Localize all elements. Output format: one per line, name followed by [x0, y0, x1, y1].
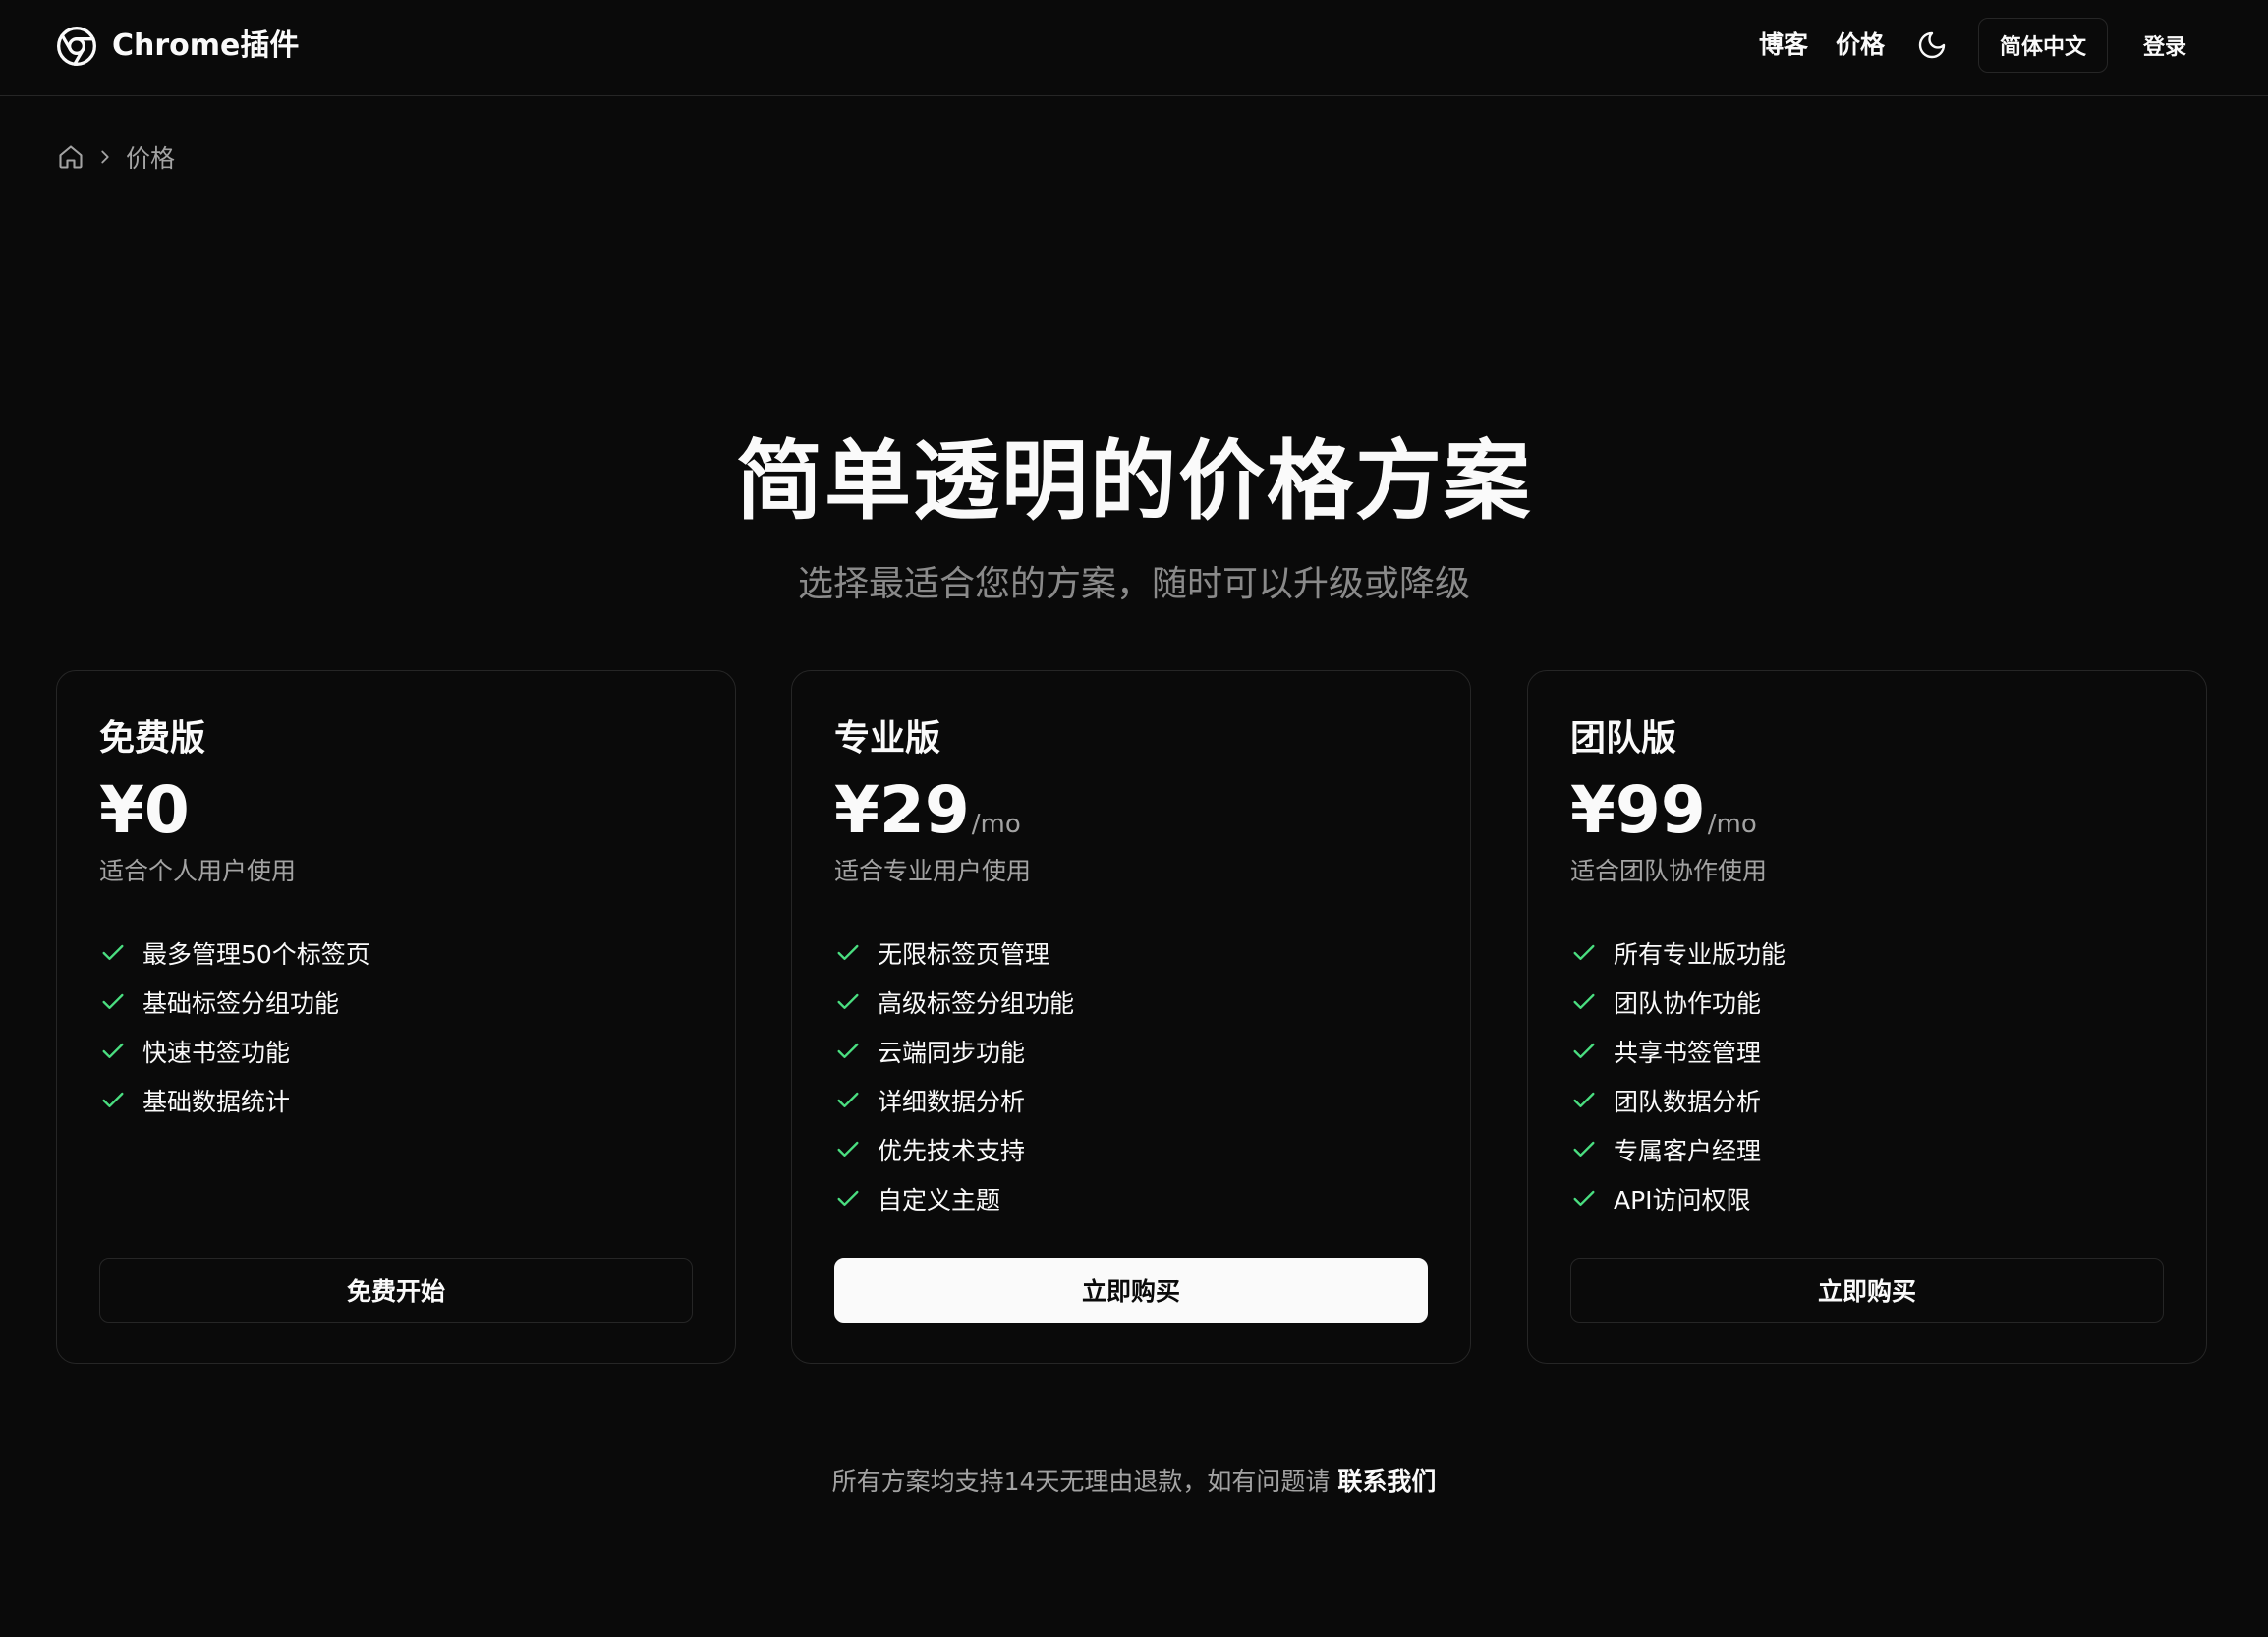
feature-item: 所有专业版功能	[1570, 929, 1786, 978]
check-icon	[1570, 1038, 1598, 1065]
check-icon	[1570, 1185, 1598, 1213]
price-amount: ¥29	[834, 772, 970, 848]
feature-label: 基础标签分组功能	[142, 989, 340, 1018]
feature-label: 专属客户经理	[1614, 1137, 1762, 1165]
feature-item: 基础数据统计	[99, 1076, 370, 1125]
feature-label: 团队协作功能	[1614, 989, 1762, 1018]
chevron-right-icon	[94, 146, 116, 168]
check-icon	[834, 988, 862, 1016]
page-title: 简单透明的价格方案	[735, 430, 1532, 532]
feature-label: 优先技术支持	[878, 1137, 1026, 1165]
plan-card-team: 团队版 ¥99 /mo 适合团队协作使用 所有专业版功能 团队协作功能 共享书签…	[1527, 670, 2207, 1364]
price-unit: /mo	[971, 810, 1021, 839]
check-icon	[834, 1136, 862, 1163]
check-icon	[99, 1087, 127, 1114]
logo-text: Chrome插件	[112, 28, 300, 63]
page-subtitle: 选择最适合您的方案，随时可以升级或降级	[797, 564, 1470, 604]
feature-label: 最多管理50个标签页	[142, 940, 370, 969]
feature-item: 云端同步功能	[834, 1027, 1074, 1076]
feature-item: 共享书签管理	[1570, 1027, 1786, 1076]
check-icon	[99, 988, 127, 1016]
refund-note-text: 所有方案均支持14天无理由退款，如有问题请	[831, 1467, 1331, 1496]
check-icon	[834, 939, 862, 967]
contact-us-link[interactable]: 联系我们	[1337, 1467, 1436, 1496]
plan-price: ¥0	[99, 769, 192, 852]
check-icon	[834, 1087, 862, 1114]
check-icon	[1570, 1136, 1598, 1163]
feature-label: 高级标签分组功能	[878, 989, 1075, 1018]
feature-label: 详细数据分析	[878, 1088, 1026, 1116]
plan-price: ¥29 /mo	[834, 769, 1021, 852]
breadcrumb-current: 价格	[126, 144, 176, 173]
feature-list: 所有专业版功能 团队协作功能 共享书签管理 团队数据分析 专属客户经理 API访…	[1570, 929, 1786, 1223]
feature-item: 无限标签页管理	[834, 929, 1074, 978]
plan-description: 适合个人用户使用	[99, 857, 297, 885]
feature-label: 所有专业版功能	[1614, 940, 1786, 969]
login-button[interactable]: 登录	[2132, 18, 2197, 73]
feature-item: 高级标签分组功能	[834, 978, 1074, 1027]
plan-card-free: 免费版 ¥0 适合个人用户使用 最多管理50个标签页 基础标签分组功能 快速书签…	[56, 670, 736, 1364]
feature-item: 团队协作功能	[1570, 978, 1786, 1027]
feature-item: API访问权限	[1570, 1174, 1786, 1223]
check-icon	[1570, 1087, 1598, 1114]
breadcrumb: 价格	[57, 140, 175, 175]
price-amount: ¥0	[99, 772, 190, 848]
feature-label: 快速书签功能	[142, 1039, 291, 1067]
plan-name: 专业版	[834, 718, 941, 759]
feature-list: 最多管理50个标签页 基础标签分组功能 快速书签功能 基础数据统计	[99, 929, 370, 1125]
refund-note: 所有方案均支持14天无理由退款，如有问题请 联系我们	[0, 1464, 2268, 1499]
feature-item: 快速书签功能	[99, 1027, 370, 1076]
plan-name: 团队版	[1570, 718, 1677, 759]
team-buy-button[interactable]: 立即购买	[1570, 1258, 2164, 1323]
nav-link-pricing[interactable]: 价格	[1836, 28, 1885, 63]
plan-description: 适合专业用户使用	[834, 857, 1032, 885]
check-icon	[834, 1038, 862, 1065]
feature-label: 无限标签页管理	[878, 940, 1050, 969]
feature-label: API访问权限	[1614, 1186, 1751, 1214]
language-select-button[interactable]: 简体中文	[1978, 18, 2108, 73]
feature-item: 自定义主题	[834, 1174, 1074, 1223]
check-icon	[834, 1185, 862, 1213]
top-nav-bar: Chrome插件 博客 价格 简体中文 登录	[0, 0, 2268, 96]
feature-label: 团队数据分析	[1614, 1088, 1762, 1116]
free-start-button[interactable]: 免费开始	[99, 1258, 693, 1323]
price-amount: ¥99	[1570, 772, 1706, 848]
site-logo[interactable]: Chrome插件	[55, 25, 299, 68]
plan-card-pro: 专业版 ¥29 /mo 适合专业用户使用 无限标签页管理 高级标签分组功能 云端…	[791, 670, 1471, 1364]
check-icon	[99, 939, 127, 967]
feature-label: 云端同步功能	[878, 1039, 1026, 1067]
plan-name: 免费版	[99, 718, 206, 759]
nav-link-blog[interactable]: 博客	[1759, 28, 1808, 63]
feature-item: 详细数据分析	[834, 1076, 1074, 1125]
check-icon	[1570, 939, 1598, 967]
feature-item: 基础标签分组功能	[99, 978, 370, 1027]
chrome-logo-icon	[55, 25, 98, 68]
check-icon	[99, 1038, 127, 1065]
feature-item: 专属客户经理	[1570, 1125, 1786, 1174]
price-unit: /mo	[1707, 810, 1757, 839]
feature-label: 基础数据统计	[142, 1088, 291, 1116]
feature-label: 自定义主题	[878, 1186, 1001, 1214]
plan-description: 适合团队协作使用	[1570, 857, 1768, 885]
pricing-page: Chrome插件 博客 价格 简体中文 登录 价格 简单透明的价格方案 选择最适…	[0, 0, 2268, 1637]
feature-item: 最多管理50个标签页	[99, 929, 370, 978]
feature-label: 共享书签管理	[1614, 1039, 1762, 1067]
home-icon[interactable]	[57, 143, 85, 171]
pro-buy-button[interactable]: 立即购买	[834, 1258, 1428, 1323]
plan-price: ¥99 /mo	[1570, 769, 1757, 852]
moon-icon	[1916, 29, 1948, 61]
feature-item: 优先技术支持	[834, 1125, 1074, 1174]
feature-item: 团队数据分析	[1570, 1076, 1786, 1125]
check-icon	[1570, 988, 1598, 1016]
theme-toggle-button[interactable]	[1916, 29, 1948, 61]
feature-list: 无限标签页管理 高级标签分组功能 云端同步功能 详细数据分析 优先技术支持 自定…	[834, 929, 1074, 1223]
